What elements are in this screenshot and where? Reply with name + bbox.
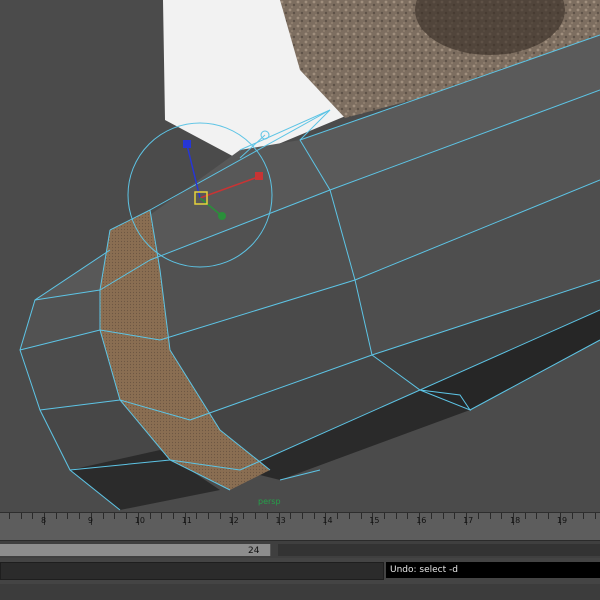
- z-axis-handle: [218, 212, 226, 220]
- time-tick: [290, 513, 292, 519]
- time-tick: [149, 513, 151, 519]
- frame-number: 14: [322, 516, 333, 525]
- time-tick: [430, 513, 432, 519]
- x-axis-handle: [255, 172, 263, 180]
- range-end-frame: 24: [248, 546, 260, 556]
- frame-number: 16: [416, 516, 427, 525]
- time-tick: [32, 513, 34, 519]
- time-tick: [79, 513, 81, 519]
- frame-number: 10: [134, 516, 145, 525]
- time-tick: [384, 513, 386, 519]
- time-tick: [196, 513, 198, 519]
- time-tick: [595, 513, 597, 519]
- time-tick: [219, 513, 221, 519]
- perspective-viewport[interactable]: persp: [0, 0, 600, 512]
- time-tick: [8, 513, 10, 519]
- frame-number: 8: [41, 516, 47, 525]
- command-input[interactable]: [0, 562, 384, 580]
- time-tick: [395, 513, 397, 519]
- time-tick: [360, 513, 362, 519]
- frame-number: 19: [556, 516, 568, 525]
- time-tick: [489, 513, 491, 519]
- range-slider-handle[interactable]: 24: [0, 544, 271, 556]
- time-tick: [208, 513, 210, 519]
- help-line: [0, 584, 600, 600]
- frame-number: 15: [369, 516, 380, 525]
- camera-label: persp: [258, 497, 281, 506]
- time-tick: [571, 513, 573, 519]
- time-tick: [313, 513, 315, 519]
- frame-number: 12: [228, 516, 239, 525]
- time-tick: [243, 513, 245, 519]
- time-tick: [477, 513, 479, 519]
- time-tick: [102, 513, 104, 519]
- y-axis-handle: [183, 140, 191, 148]
- time-tick: [501, 513, 503, 519]
- maya-window: persp 8 9 10 11 12 13 14 15 16 17 18 19 24 Undo: se…: [0, 0, 600, 600]
- viewport-scene: [0, 0, 600, 512]
- time-tick: [454, 513, 456, 519]
- time-tick: [114, 513, 116, 519]
- time-tick: [255, 513, 257, 519]
- range-slider-bar[interactable]: 24: [0, 540, 600, 559]
- frame-number: 17: [463, 516, 474, 525]
- time-tick: [407, 513, 409, 519]
- time-tick: [337, 513, 339, 519]
- time-tick: [348, 513, 350, 519]
- frame-number: 13: [275, 516, 286, 525]
- time-tick: [301, 513, 303, 519]
- time-tick: [55, 513, 57, 519]
- time-tick: [548, 513, 550, 519]
- range-slider-track: [278, 544, 600, 556]
- time-tick: [536, 513, 538, 519]
- time-tick: [583, 513, 585, 519]
- time-tick: [67, 513, 69, 519]
- frame-number: 18: [510, 516, 521, 525]
- time-tick: [20, 513, 22, 519]
- time-slider[interactable]: 8 9 10 11 12 13 14 15 16 17 18 19: [0, 512, 600, 541]
- time-tick: [266, 513, 268, 519]
- frame-number: 9: [87, 516, 93, 525]
- command-line: Undo: select -d: [0, 558, 600, 600]
- time-tick: [524, 513, 526, 519]
- command-result: Undo: select -d: [386, 562, 600, 578]
- time-tick: [172, 513, 174, 519]
- time-tick: [442, 513, 444, 519]
- frame-number: 11: [181, 516, 192, 525]
- time-tick: [161, 513, 163, 519]
- time-tick: [126, 513, 128, 519]
